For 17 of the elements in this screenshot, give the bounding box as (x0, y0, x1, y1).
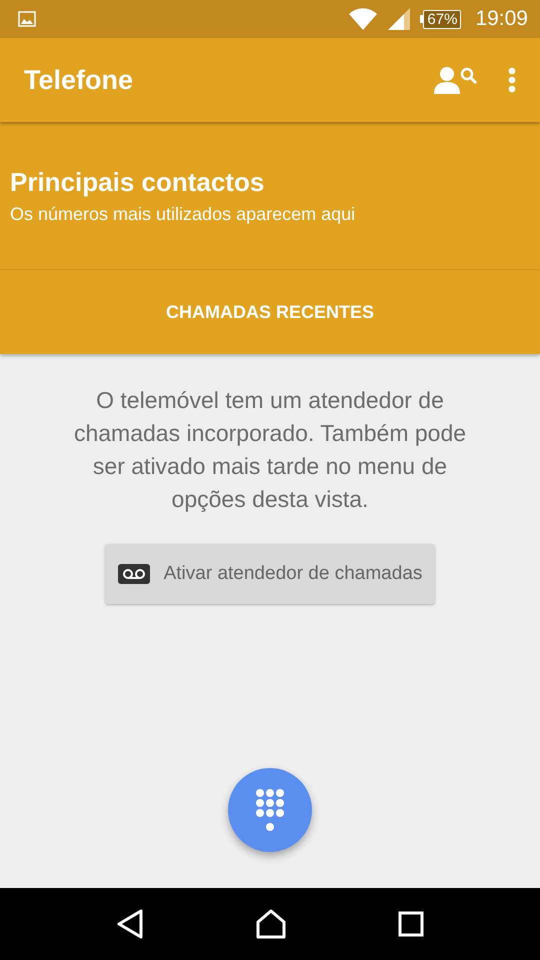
wifi-icon (348, 7, 378, 31)
battery-percentage: 67% (423, 10, 462, 28)
recent-calls-tab[interactable]: CHAMADAS RECENTES (0, 270, 540, 354)
home-icon[interactable] (256, 909, 286, 939)
recents-icon[interactable] (398, 911, 424, 937)
favorites-subtitle: Os números mais utilizados aparecem aqui (10, 204, 356, 224)
clock: 19:09 (475, 7, 528, 31)
image-icon (18, 11, 36, 27)
voicemail-button[interactable]: Ativar atendedor de chamadas (104, 544, 436, 604)
signal-icon (388, 8, 410, 30)
app-title: Telefone (24, 64, 134, 96)
back-icon[interactable] (116, 909, 144, 939)
dialpad-icon (254, 788, 286, 832)
voicemail-message: O telemóvel tem um atendedor de chamadas incorporado. Também pode ser ativado mais tarde no menu de opções desta vista. (72, 386, 468, 514)
voicemail-icon (118, 564, 150, 584)
dialpad-button[interactable] (228, 768, 312, 852)
favorites-title: Principais contactos (10, 166, 266, 198)
